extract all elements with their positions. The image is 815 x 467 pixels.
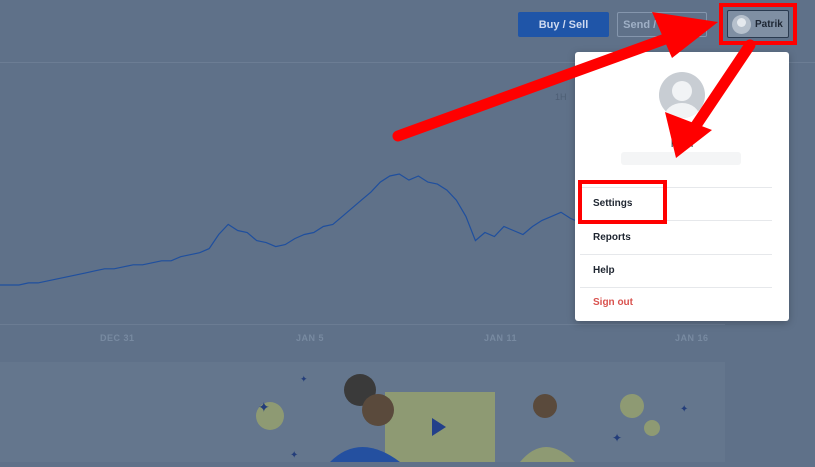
x-tick-label: DEC 31 — [100, 333, 135, 343]
person-face — [533, 394, 557, 418]
promo-illustration: ✦ ✦ ✦ ✦ ✦ — [256, 374, 688, 462]
menu-item-sign-out[interactable]: Sign out — [593, 297, 633, 308]
blurred-email — [621, 152, 741, 165]
menu-divider — [580, 287, 772, 288]
decor-circle — [620, 394, 644, 418]
menu-item-reports[interactable]: Reports — [593, 232, 631, 243]
x-tick-label: JAN 16 — [675, 333, 709, 343]
sparkle-icon: ✦ — [290, 450, 298, 461]
price-line — [0, 173, 581, 286]
sparkle-icon: ✦ — [612, 431, 622, 445]
chart-axis-divider — [0, 324, 725, 325]
x-tick-label: JAN 5 — [296, 333, 325, 343]
chart-timeframe-label: 1H — [555, 92, 567, 102]
buy-sell-button[interactable]: Buy / Sell — [518, 12, 609, 37]
dropdown-user-name: Patri — [670, 138, 694, 150]
sparkle-icon: ✦ — [258, 399, 270, 415]
decor-circle — [644, 420, 660, 436]
highlight-profile-button — [719, 3, 797, 45]
highlight-settings — [578, 180, 667, 224]
send-receive-button[interactable]: Send / Receive — [617, 12, 707, 37]
menu-divider — [580, 254, 772, 255]
user-avatar-icon — [659, 72, 705, 118]
person-body — [520, 447, 575, 462]
x-tick-label: JAN 11 — [484, 333, 518, 343]
person-face — [362, 394, 394, 426]
menu-item-help[interactable]: Help — [593, 265, 615, 276]
sparkle-icon: ✦ — [300, 374, 308, 384]
promo-banner: ✦ ✦ ✦ ✦ ✦ — [0, 362, 725, 462]
sparkle-icon: ✦ — [680, 404, 688, 415]
